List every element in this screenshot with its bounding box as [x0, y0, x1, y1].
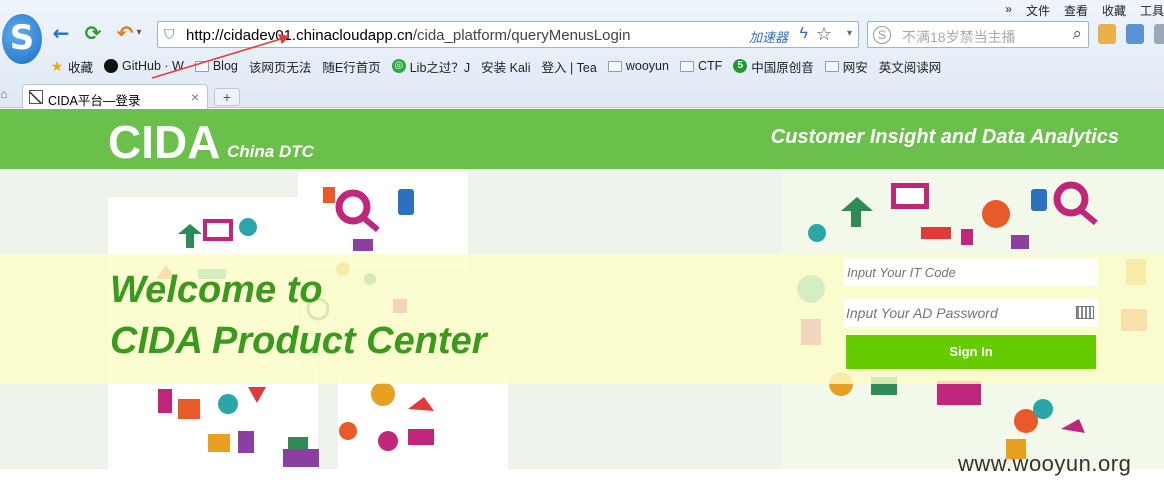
5sing-icon: 5 — [733, 59, 748, 73]
github-icon — [104, 59, 119, 73]
bookmark-login-tea[interactable]: 登入 | Tea — [50, 56, 597, 178]
folder-icon — [607, 60, 622, 72]
bookmark-label: 中国原创音 — [751, 60, 814, 75]
wechat-icon: ◎ — [391, 59, 406, 73]
bookmark-page-error[interactable]: 该网页无法 — [50, 56, 312, 178]
bookmark-5sing[interactable]: 5 中国原创音 — [733, 56, 814, 76]
menu-favorites[interactable]: 收藏 — [1102, 2, 1126, 18]
bookmark-label: Lib之过？J — [409, 60, 471, 75]
bookmark-favorites[interactable]: ★ 收藏 — [50, 56, 93, 76]
brand-subtitle: China DTC — [227, 142, 314, 161]
bookmark-label: 收藏 — [68, 60, 94, 75]
menu-tools[interactable]: 工具 — [1140, 2, 1164, 18]
folder-icon — [679, 60, 694, 72]
welcome-line: Welcome to — [110, 269, 323, 311]
bookmark-label: CTF — [697, 59, 723, 73]
home-icon[interactable]: ⌂ — [0, 87, 7, 101]
bookmark-label: 网安 — [842, 60, 868, 75]
keyboard-icon[interactable] — [1076, 306, 1094, 319]
bookmark-ctf[interactable]: CTF — [679, 56, 723, 76]
folder-icon — [824, 60, 839, 72]
new-tab-button[interactable]: + — [214, 88, 240, 106]
bookmark-label: 随E行首页 — [322, 60, 381, 75]
bookmark-github[interactable]: GitHub · W — [104, 56, 184, 76]
address-url[interactable]: http://cidadev01.chinacloudapp.cn/cida_p… — [186, 27, 630, 44]
bookmark-label: wooyun — [625, 59, 669, 73]
bookmark-suiexing[interactable]: 随E行首页 — [50, 56, 381, 178]
site-tagline: Customer Insight and Data Analytics — [770, 126, 1119, 148]
back-arrow-icon[interactable]: ← — [50, 22, 72, 44]
bookmark-lib[interactable]: ◎ Lib之过？J — [391, 56, 471, 76]
extension-icon[interactable] — [1098, 24, 1116, 44]
favicon-icon — [29, 90, 43, 104]
bookmark-label: GitHub · W — [122, 59, 184, 73]
bookmarks-bar: ★ 收藏 GitHub · W Blog 该网页无法 随E行首页 ◎ Lib之过？J… — [50, 56, 952, 178]
bookmark-kali[interactable]: 安装 Kali — [50, 56, 531, 178]
url-host: http://cidadev01.chinacloudapp.cn — [186, 27, 413, 44]
login-page: CIDA China DTC Customer Insight and Data… — [0, 109, 1164, 491]
lightning-icon[interactable]: ϟ — [800, 25, 808, 43]
browser-chrome: S » 文件 查看 收藏 工具 ← ⟳ ↶ ▾ ⛉ http://cidadev… — [0, 0, 1164, 178]
menu-file[interactable]: 文件 — [1026, 2, 1050, 18]
tab-title: CIDA平台—登录 — [48, 94, 141, 108]
toolbar-more-icon[interactable] — [1154, 24, 1164, 44]
welcome-line: CIDA Product Center — [110, 320, 487, 362]
it-code-input[interactable] — [844, 258, 1098, 286]
bookmark-wangan[interactable]: 网安 — [824, 56, 868, 76]
password-input[interactable] — [844, 299, 1098, 327]
browser-logo-icon[interactable]: S — [2, 14, 42, 64]
search-input[interactable]: 不满18岁禁当主播 — [902, 27, 1016, 47]
chevron-down-icon[interactable]: ▾ — [134, 22, 144, 44]
site-header: CIDA China DTC Customer Insight and Data… — [0, 109, 1164, 169]
search-engine-icon[interactable]: S — [873, 26, 891, 44]
star-icon: ★ — [50, 58, 64, 74]
search-box[interactable]: S 不满18岁禁当主播 ⌕ — [867, 21, 1089, 48]
url-path: /cida_platform/queryMenusLogin — [412, 27, 631, 44]
bookmark-wooyun[interactable]: wooyun — [607, 56, 669, 76]
bookmark-label: 该网页无法 — [248, 60, 312, 75]
undo-icon[interactable]: ↶ — [114, 22, 136, 44]
bookmark-blog[interactable]: Blog — [194, 56, 238, 76]
menu-view[interactable]: 查看 — [1064, 2, 1088, 18]
bookmark-label: 英文阅读网 — [878, 60, 942, 75]
tab-cida-login[interactable]: CIDA平台—登录 × — [22, 84, 208, 109]
bookmark-label: 登入 | Tea — [541, 60, 597, 75]
menu-overflow-icon[interactable]: » — [1005, 2, 1012, 18]
refresh-icon[interactable]: ⟳ — [82, 22, 104, 44]
bookmark-label: 安装 Kali — [481, 60, 531, 75]
folder-icon — [194, 60, 209, 72]
close-icon[interactable]: × — [191, 89, 199, 105]
welcome-heading: Welcome to CIDA Product Center — [110, 265, 487, 367]
watermark: www.wooyun.org — [958, 451, 1132, 476]
screenshot-icon[interactable] — [1126, 24, 1144, 44]
bookmark-label: Blog — [212, 59, 238, 73]
top-menu: » 文件 查看 收藏 工具 — [1005, 2, 1164, 18]
address-bar[interactable]: ⛉ http://cidadev01.chinacloudapp.cn/cida… — [157, 21, 859, 48]
address-dropdown-icon[interactable]: ▾ — [847, 28, 852, 39]
search-icon[interactable]: ⌕ — [1072, 24, 1082, 44]
sign-in-button[interactable]: Sign In — [846, 335, 1096, 369]
shield-icon: ⛉ — [164, 26, 175, 42]
brand-logo: CIDA — [108, 116, 221, 168]
accelerator-label[interactable]: 加速器 — [749, 27, 788, 46]
bookmark-english-reading[interactable]: 英文阅读网 — [50, 56, 942, 178]
bookmark-star-icon[interactable]: ☆ — [816, 24, 832, 45]
tab-bar: ⌂ CIDA平台—登录 × + — [0, 82, 1164, 109]
